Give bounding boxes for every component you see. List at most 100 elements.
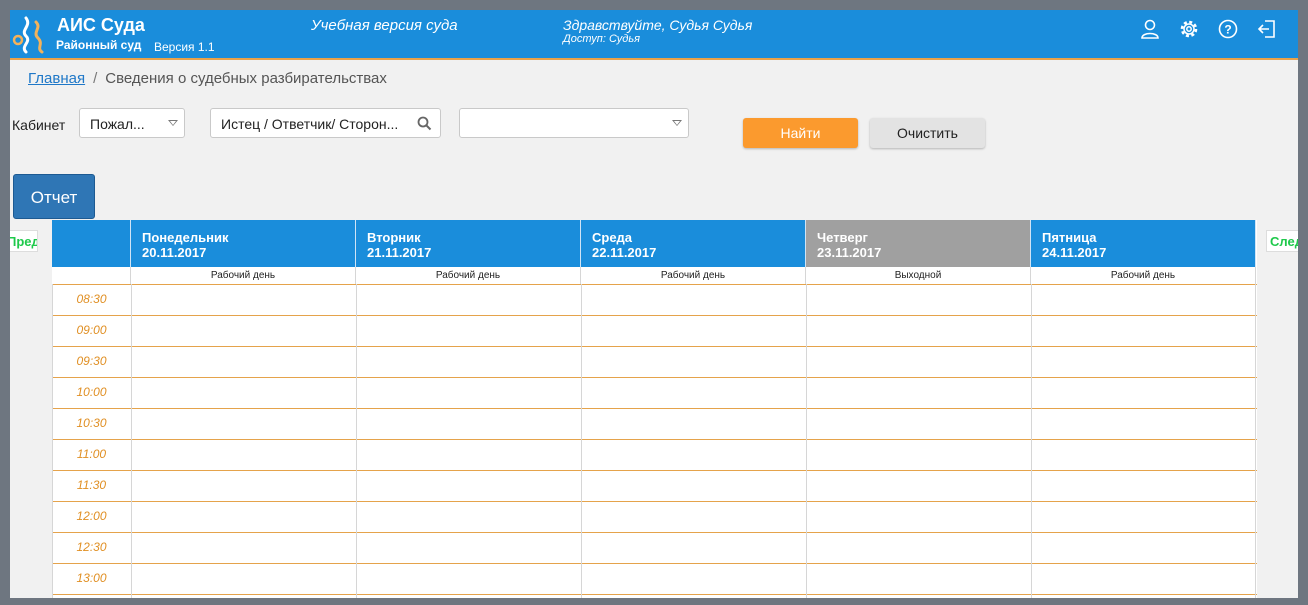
schedule-slot[interactable] (582, 409, 806, 439)
prev-week-button[interactable]: Пред. (10, 230, 38, 252)
access-text: Доступ: Судья (563, 33, 641, 45)
schedule-slot[interactable] (132, 471, 356, 501)
column-divider (806, 284, 807, 598)
gear-icon[interactable] (1178, 18, 1200, 40)
day-header: Пятница 24.11.2017 (1031, 220, 1256, 267)
time-column-header (52, 220, 131, 267)
schedule-slot[interactable] (132, 347, 356, 377)
party-search-input[interactable]: Истец / Ответчик/ Сторон... (210, 108, 441, 138)
schedule-slot[interactable] (1032, 378, 1256, 408)
schedule-slot[interactable] (357, 502, 581, 532)
schedule-slot[interactable] (582, 378, 806, 408)
find-button[interactable]: Найти (743, 118, 858, 148)
day-name: Пятница (1042, 230, 1097, 245)
cabinet-select-value: Пожал... (90, 116, 145, 132)
schedule-slot[interactable] (132, 316, 356, 346)
schedule-slot[interactable] (1032, 440, 1256, 470)
day-date: 20.11.2017 (142, 245, 207, 260)
logout-icon[interactable] (1256, 18, 1278, 40)
breadcrumb: Главная / Сведения о судебных разбирательс… (28, 70, 387, 87)
svg-text:?: ? (1224, 23, 1231, 37)
schedule-slot[interactable] (1032, 502, 1256, 532)
column-divider (131, 284, 132, 598)
chevron-down-icon (672, 120, 682, 126)
cabinet-select[interactable]: Пожал... (79, 108, 185, 138)
schedule-slot[interactable] (1032, 285, 1256, 315)
schedule-slot[interactable] (132, 378, 356, 408)
day-header: Среда 22.11.2017 (581, 220, 806, 267)
schedule-slot[interactable] (807, 564, 1031, 594)
breadcrumb-separator: / (93, 70, 98, 87)
day-date: 24.11.2017 (1042, 245, 1107, 260)
schedule-slot[interactable] (582, 347, 806, 377)
schedule-slot[interactable] (1032, 316, 1256, 346)
time-status-cell (52, 267, 131, 284)
help-icon[interactable]: ? (1217, 18, 1239, 40)
schedule-slot[interactable] (582, 285, 806, 315)
schedule-slot[interactable] (132, 533, 356, 563)
schedule-slot[interactable] (807, 316, 1031, 346)
schedule-slot[interactable] (807, 409, 1031, 439)
time-slot-label: 10:00 (76, 385, 107, 399)
time-slot-label: 12:30 (76, 540, 107, 554)
schedule-slot[interactable] (582, 471, 806, 501)
schedule-slot[interactable] (807, 502, 1031, 532)
schedule-slot[interactable] (357, 533, 581, 563)
schedule-slot[interactable] (1032, 564, 1256, 594)
schedule-slot[interactable] (582, 502, 806, 532)
schedule-slot[interactable] (1032, 347, 1256, 377)
day-header: Понедельник 20.11.2017 (131, 220, 356, 267)
day-date: 23.11.2017 (817, 245, 882, 260)
brand-subtitle: Районный суд (56, 38, 142, 52)
clear-button[interactable]: Очистить (870, 118, 985, 148)
schedule-slot[interactable] (807, 378, 1031, 408)
schedule-slot[interactable] (357, 409, 581, 439)
schedule-slot[interactable] (132, 409, 356, 439)
schedule-slot[interactable] (582, 533, 806, 563)
time-slot-label: 11:00 (76, 447, 107, 461)
schedule-slot[interactable] (357, 316, 581, 346)
app-window: АИС Суда Районный суд Версия 1.1 Учебная… (10, 10, 1298, 598)
day-status: Рабочий день (356, 267, 581, 284)
row-divider (52, 594, 1257, 595)
schedule-slot[interactable] (1032, 533, 1256, 563)
search-icon[interactable] (417, 116, 432, 131)
breadcrumb-current: Сведения о судебных разбирательствах (105, 70, 387, 87)
schedule-slot[interactable] (357, 347, 581, 377)
schedule-slot[interactable] (132, 440, 356, 470)
brand-title: АИС Суда (57, 15, 145, 35)
user-icon[interactable] (1139, 18, 1161, 40)
day-status: Выходной (806, 267, 1031, 284)
version-label: Версия 1.1 (154, 40, 215, 54)
schedule-slot[interactable] (582, 440, 806, 470)
schedule-slot[interactable] (357, 285, 581, 315)
schedule-slot[interactable] (807, 533, 1031, 563)
day-header: Вторник 21.11.2017 (356, 220, 581, 267)
schedule-slot[interactable] (807, 440, 1031, 470)
schedule-slot[interactable] (582, 564, 806, 594)
top-bar: АИС Суда Районный суд Версия 1.1 Учебная… (10, 10, 1298, 60)
schedule-slot[interactable] (357, 440, 581, 470)
schedule-slot[interactable] (357, 378, 581, 408)
chevron-down-icon (168, 120, 178, 126)
schedule-slot[interactable] (357, 564, 581, 594)
schedule-slot[interactable] (357, 471, 581, 501)
report-button[interactable]: Отчет (13, 174, 95, 219)
day-status: Рабочий день (131, 267, 356, 284)
schedule-slot[interactable] (807, 471, 1031, 501)
time-slot-label: 09:00 (76, 323, 107, 337)
breadcrumb-home-link[interactable]: Главная (28, 70, 85, 87)
schedule-slot[interactable] (807, 285, 1031, 315)
schedule-slot[interactable] (582, 316, 806, 346)
schedule-slot[interactable] (807, 347, 1031, 377)
schedule-slot[interactable] (132, 502, 356, 532)
schedule-slot[interactable] (1032, 471, 1256, 501)
time-slot-label: 08:30 (76, 292, 107, 306)
schedule-slot[interactable] (132, 285, 356, 315)
next-week-button[interactable]: След. (1266, 230, 1298, 252)
schedule-slot[interactable] (132, 564, 356, 594)
day-status: Рабочий день (581, 267, 806, 284)
time-slot-label: 09:30 (76, 354, 107, 368)
filter-select[interactable] (459, 108, 689, 138)
schedule-slot[interactable] (1032, 409, 1256, 439)
